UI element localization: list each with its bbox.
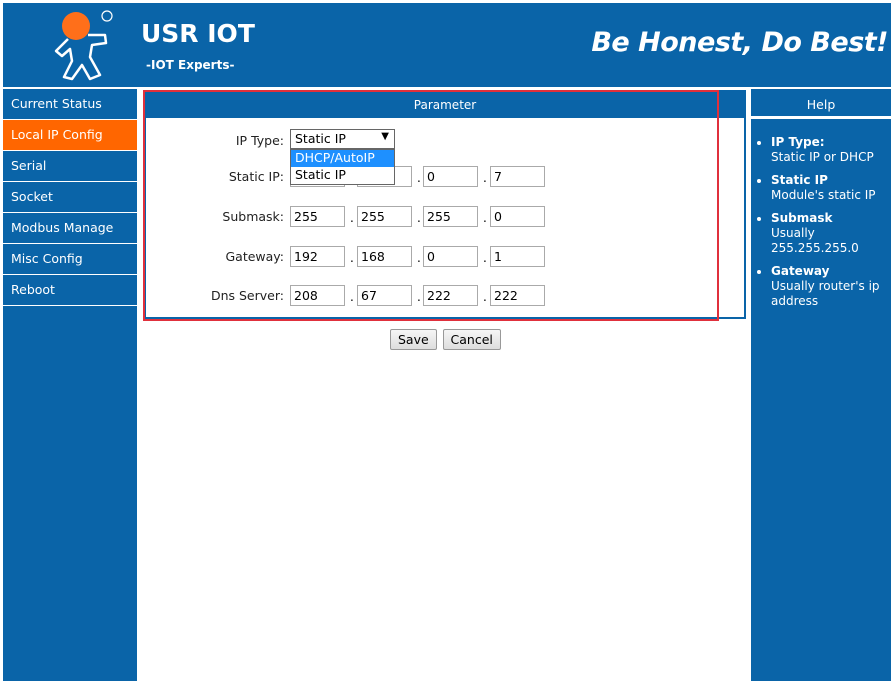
option-dhcp[interactable]: DHCP/AutoIP: [291, 150, 394, 167]
octet-separator: .: [350, 251, 354, 265]
octet-separator: .: [350, 211, 354, 225]
form-buttons: Save Cancel: [390, 329, 503, 350]
submask-octet-1-input[interactable]: [290, 206, 345, 227]
help-term: IP Type:: [771, 135, 825, 149]
ip-type-row: IP Type: Static IP ▼ DHCP/AutoIP Static I…: [146, 129, 746, 185]
help-desc: Static IP or DHCP: [771, 150, 874, 164]
help-item: Static IPModule's static IP: [771, 173, 891, 203]
octet-separator: .: [483, 251, 487, 265]
dns-octet-4-input[interactable]: [490, 285, 545, 306]
help-item: IP Type:Static IP or DHCP: [771, 135, 891, 165]
gateway-octet-2-input[interactable]: [357, 246, 412, 267]
sidebar-item-local-ip-config[interactable]: Local IP Config: [3, 120, 137, 151]
sidebar-item-serial[interactable]: Serial: [3, 151, 137, 182]
sidebar-item-modbus-manage[interactable]: Modbus Manage: [3, 213, 137, 244]
parameter-panel: Parameter IP Type: Static IP ▼ DHCP/AutoI…: [144, 90, 746, 319]
ip-type-label: IP Type:: [235, 133, 284, 148]
ip-type-dropdown: DHCP/AutoIP Static IP: [290, 149, 395, 185]
gateway-octet-4-input[interactable]: [490, 246, 545, 267]
octet-separator: .: [483, 171, 487, 185]
submask-label: Submask:: [222, 209, 284, 224]
panel-title: Parameter: [146, 92, 744, 118]
help-title: Help: [751, 89, 891, 119]
submask-octet-2-input[interactable]: [357, 206, 412, 227]
sidebar-item-current-status[interactable]: Current Status: [3, 89, 137, 120]
help-panel: Help IP Type:Static IP or DHCP Static IP…: [751, 89, 891, 681]
dns-octet-1-input[interactable]: [290, 285, 345, 306]
dns-label: Dns Server:: [210, 288, 284, 303]
octet-separator: .: [483, 290, 487, 304]
octet-separator: .: [417, 211, 421, 225]
help-term: Submask: [771, 211, 833, 225]
usr-logo-icon: [54, 10, 113, 81]
sidebar-item-socket[interactable]: Socket: [3, 182, 137, 213]
submask-row: Submask:...: [146, 206, 746, 228]
gateway-octet-1-input[interactable]: [290, 246, 345, 267]
help-term: Gateway: [771, 264, 830, 278]
help-list: IP Type:Static IP or DHCP Static IPModul…: [751, 119, 891, 309]
dropdown-arrow-icon: ▼: [381, 131, 389, 142]
submask-octet-4-input[interactable]: [490, 206, 545, 227]
ip-type-select[interactable]: Static IP ▼: [290, 129, 395, 149]
sidebar-item-reboot[interactable]: Reboot: [3, 275, 137, 306]
gateway-label: Gateway:: [225, 249, 284, 264]
help-desc: Module's static IP: [771, 188, 876, 202]
slogan: Be Honest, Do Best!: [591, 27, 888, 58]
octet-separator: .: [417, 290, 421, 304]
octet-separator: .: [417, 171, 421, 185]
brand-name: USR IOT: [141, 19, 255, 48]
gateway-octet-3-input[interactable]: [423, 246, 478, 267]
header: USR IOT -IOT Experts- Be Honest, Do Best…: [3, 3, 891, 87]
submask-octet-3-input[interactable]: [423, 206, 478, 227]
help-term: Static IP: [771, 173, 828, 187]
main-content: Parameter IP Type: Static IP ▼ DHCP/AutoI…: [139, 89, 749, 681]
octet-separator: .: [483, 211, 487, 225]
help-desc: Usually router's ip address: [771, 279, 880, 308]
octet-separator: .: [350, 290, 354, 304]
help-item: SubmaskUsually 255.255.255.0: [771, 211, 891, 256]
dns-row: Dns Server:...: [146, 285, 746, 307]
save-button[interactable]: Save: [390, 329, 437, 350]
sidebar-item-misc-config[interactable]: Misc Config: [3, 244, 137, 275]
brand-subtitle: -IOT Experts-: [146, 58, 235, 72]
help-item: GatewayUsually router's ip address: [771, 264, 891, 309]
static_ip-octet-4-input[interactable]: [490, 166, 545, 187]
option-static-ip[interactable]: Static IP: [291, 167, 394, 184]
ip-type-value: Static IP: [295, 131, 346, 146]
help-desc: Usually 255.255.255.0: [771, 226, 859, 255]
dns-octet-2-input[interactable]: [357, 285, 412, 306]
gateway-row: Gateway:...: [146, 246, 746, 268]
cancel-button[interactable]: Cancel: [442, 329, 501, 350]
octet-separator: .: [417, 251, 421, 265]
static_ip-octet-3-input[interactable]: [423, 166, 478, 187]
dns-octet-3-input[interactable]: [423, 285, 478, 306]
static_ip-label: Static IP:: [228, 169, 284, 184]
sidebar: Current Status Local IP Config Serial So…: [3, 89, 137, 681]
static-ip-row: Static IP:...: [146, 166, 746, 188]
